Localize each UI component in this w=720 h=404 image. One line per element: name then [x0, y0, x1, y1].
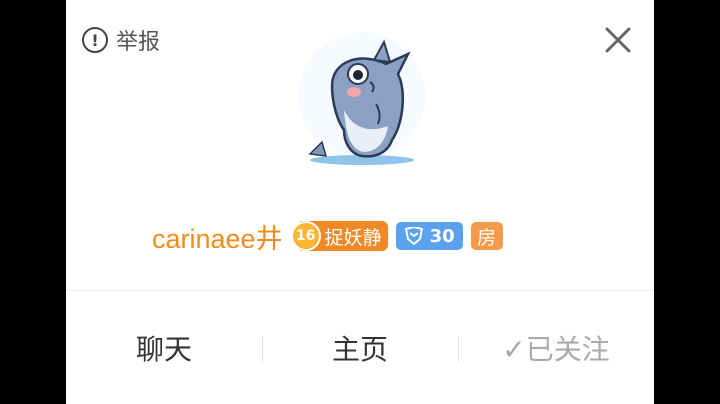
followed-label: ✓已关注	[502, 332, 610, 366]
homepage-label: 主页	[331, 332, 388, 366]
fan-badge-name: 捉妖静	[324, 226, 382, 249]
fan-badge[interactable]: 16 捉妖静	[290, 221, 388, 251]
homepage-button[interactable]: 主页	[262, 291, 458, 404]
username: carinaee井	[152, 223, 283, 254]
chat-button[interactable]: 聊天	[66, 291, 262, 404]
action-bar: 聊天 主页 ✓已关注	[66, 291, 654, 404]
followed-button[interactable]: ✓已关注	[458, 291, 654, 404]
action-separator	[458, 336, 459, 362]
chat-label: 聊天	[135, 332, 192, 366]
avatar[interactable]	[292, 30, 432, 170]
action-separator	[262, 336, 263, 362]
room-badge: 房	[470, 222, 503, 250]
close-icon[interactable]	[602, 24, 634, 56]
user-level-value: 30	[429, 225, 455, 247]
report-label: 举报	[116, 30, 161, 55]
user-level-badge[interactable]: 30	[395, 222, 463, 250]
user-info-row: carinaee井 16 捉妖静 30 房	[152, 216, 503, 256]
exclamation-circle-icon: !	[82, 27, 108, 53]
report-button[interactable]: ! 举报	[82, 24, 160, 56]
fan-level: 16	[290, 221, 321, 251]
shield-icon	[404, 227, 423, 245]
user-profile-card: ! 举报 carinaee井 16 捉妖静 30 房 聊天 主页 ✓已关注	[66, 0, 654, 404]
